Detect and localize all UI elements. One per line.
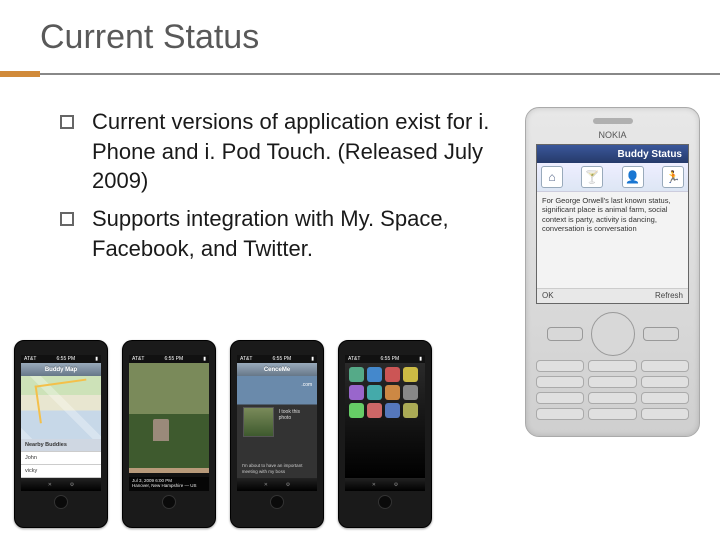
carrier-label: AT&T xyxy=(240,356,252,362)
profile-icon: 👤 xyxy=(622,166,644,188)
nokia-right-softbutton xyxy=(643,327,679,341)
nokia-brand-label: NOKIA xyxy=(598,130,626,140)
iphone-status-bar: AT&T 6:55 PM ▮ xyxy=(237,355,317,363)
app-icon xyxy=(385,385,400,400)
nokia-key-row xyxy=(536,392,689,404)
nokia-softkey-row: OK Refresh xyxy=(537,288,688,303)
iphone-tab-bar: ✕ ⚙ xyxy=(345,478,425,491)
list-header: Nearby Buddies xyxy=(21,439,101,452)
photo-caption: Jul 3, 2009 6:00 PM Hanover, New Hampshi… xyxy=(129,477,209,491)
nokia-screen: Buddy Status ⌂ 🍸 👤 🏃 For George Orwell's… xyxy=(536,144,689,304)
iphone-screen: AT&T 6:55 PM ▮ Buddy Map Nearby Buddies … xyxy=(21,355,101,491)
home-grid xyxy=(345,363,425,478)
nokia-key-row xyxy=(536,376,689,388)
iphone-status-bar: AT&T 6:55 PM ▮ xyxy=(345,355,425,363)
carrier-label: AT&T xyxy=(24,356,36,362)
underline-line xyxy=(40,73,720,75)
iphone-nav-bar: CenceMe xyxy=(237,363,317,376)
underline-accent xyxy=(0,71,40,77)
app-icon xyxy=(385,403,400,418)
iphone-screen: AT&T 6:55 PM ▮ CenceMe .com I took this … xyxy=(237,355,317,491)
home-button-icon xyxy=(378,495,392,509)
carrier-label: AT&T xyxy=(132,356,144,362)
nokia-key-row xyxy=(536,408,689,420)
nokia-left-softbutton xyxy=(547,327,583,341)
carrier-label: AT&T xyxy=(348,356,360,362)
nokia-dpad xyxy=(591,312,635,356)
tab-icon: ⚙ xyxy=(394,482,398,488)
softkey-left: OK xyxy=(542,291,554,300)
photo-subject xyxy=(153,419,169,441)
photo-view: Jul 3, 2009 6:00 PM Hanover, New Hampshi… xyxy=(129,363,209,491)
detail-view: .com I took this photo I'm about to have… xyxy=(237,376,317,478)
clock-label: 6:55 PM xyxy=(381,356,400,362)
battery-icon: ▮ xyxy=(419,356,422,362)
app-icon xyxy=(367,403,382,418)
detail-thumb-label: I took this photo xyxy=(279,409,314,421)
iphone-tab-bar: ✕ ⚙ xyxy=(21,478,101,491)
nokia-phone-mockup: NOKIA Buddy Status ⌂ 🍸 👤 🏃 For George Or… xyxy=(525,107,700,437)
app-icon xyxy=(403,385,418,400)
runner-icon: 🏃 xyxy=(662,166,684,188)
app-icon xyxy=(367,385,382,400)
nokia-key-row xyxy=(536,360,689,372)
nokia-title-bar: Buddy Status xyxy=(537,145,688,163)
iphone-row: AT&T 6:55 PM ▮ Buddy Map Nearby Buddies … xyxy=(14,340,432,528)
app-icon xyxy=(385,367,400,382)
battery-icon: ▮ xyxy=(95,356,98,362)
slide-title: Current Status xyxy=(0,0,720,57)
earpiece-icon xyxy=(593,118,633,124)
bullet-item: Supports integration with My. Space, Fac… xyxy=(60,204,515,263)
home-icon: ⌂ xyxy=(541,166,563,188)
detail-top-text: .com xyxy=(301,382,312,388)
buddy-list: Nearby Buddies John vicky xyxy=(21,439,101,478)
bullet-item: Current versions of application exist fo… xyxy=(60,107,515,196)
detail-thumbnail xyxy=(243,407,273,438)
iphone-tab-bar: ✕ ⚙ xyxy=(237,478,317,491)
tab-icon: ✕ xyxy=(372,482,376,488)
nokia-nav-row xyxy=(536,312,689,356)
clock-label: 6:55 PM xyxy=(57,356,76,362)
caption-location: Hanover, New Hampshire — US xyxy=(132,484,206,489)
nokia-keypad xyxy=(536,312,689,428)
home-button-icon xyxy=(162,495,176,509)
bullet-text: Current versions of application exist fo… xyxy=(92,107,515,196)
battery-icon: ▮ xyxy=(203,356,206,362)
iphone-mockup: AT&T 6:55 PM ▮ ✕ ⚙ xyxy=(338,340,432,528)
app-icon xyxy=(403,367,418,382)
app-icon xyxy=(349,403,364,418)
clock-label: 6:55 PM xyxy=(273,356,292,362)
iphone-status-bar: AT&T 6:55 PM ▮ xyxy=(129,355,209,363)
iphone-mockup: AT&T 6:55 PM ▮ Jul 3, 2009 6:00 PM Hanov… xyxy=(122,340,216,528)
list-item: vicky xyxy=(21,465,101,478)
battery-icon: ▮ xyxy=(311,356,314,362)
app-icon xyxy=(403,403,418,418)
tab-icon: ✕ xyxy=(264,482,268,488)
detail-note: I'm about to have an important meeting w… xyxy=(242,463,312,474)
iphone-mockup: AT&T 6:55 PM ▮ Buddy Map Nearby Buddies … xyxy=(14,340,108,528)
nokia-status-text: For George Orwell's last known status, s… xyxy=(537,192,688,288)
tab-icon: ⚙ xyxy=(70,482,74,488)
nokia-icon-row: ⌂ 🍸 👤 🏃 xyxy=(537,163,688,192)
bullet-marker-icon xyxy=(60,115,74,129)
tab-icon: ✕ xyxy=(48,482,52,488)
app-icon xyxy=(349,367,364,382)
list-item: John xyxy=(21,452,101,465)
home-button-icon xyxy=(270,495,284,509)
glass-icon: 🍸 xyxy=(581,166,603,188)
iphone-screen: AT&T 6:55 PM ▮ ✕ ⚙ xyxy=(345,355,425,491)
tab-icon: ⚙ xyxy=(286,482,290,488)
home-button-icon xyxy=(54,495,68,509)
softkey-right: Refresh xyxy=(655,291,683,300)
iphone-mockup: AT&T 6:55 PM ▮ CenceMe .com I took this … xyxy=(230,340,324,528)
iphone-nav-bar: Buddy Map xyxy=(21,363,101,376)
clock-label: 6:55 PM xyxy=(165,356,184,362)
iphone-status-bar: AT&T 6:55 PM ▮ xyxy=(21,355,101,363)
map-view xyxy=(21,376,101,439)
iphone-screen: AT&T 6:55 PM ▮ Jul 3, 2009 6:00 PM Hanov… xyxy=(129,355,209,491)
app-icon xyxy=(367,367,382,382)
bullet-text: Supports integration with My. Space, Fac… xyxy=(92,204,515,263)
bullet-marker-icon xyxy=(60,212,74,226)
app-icon xyxy=(349,385,364,400)
